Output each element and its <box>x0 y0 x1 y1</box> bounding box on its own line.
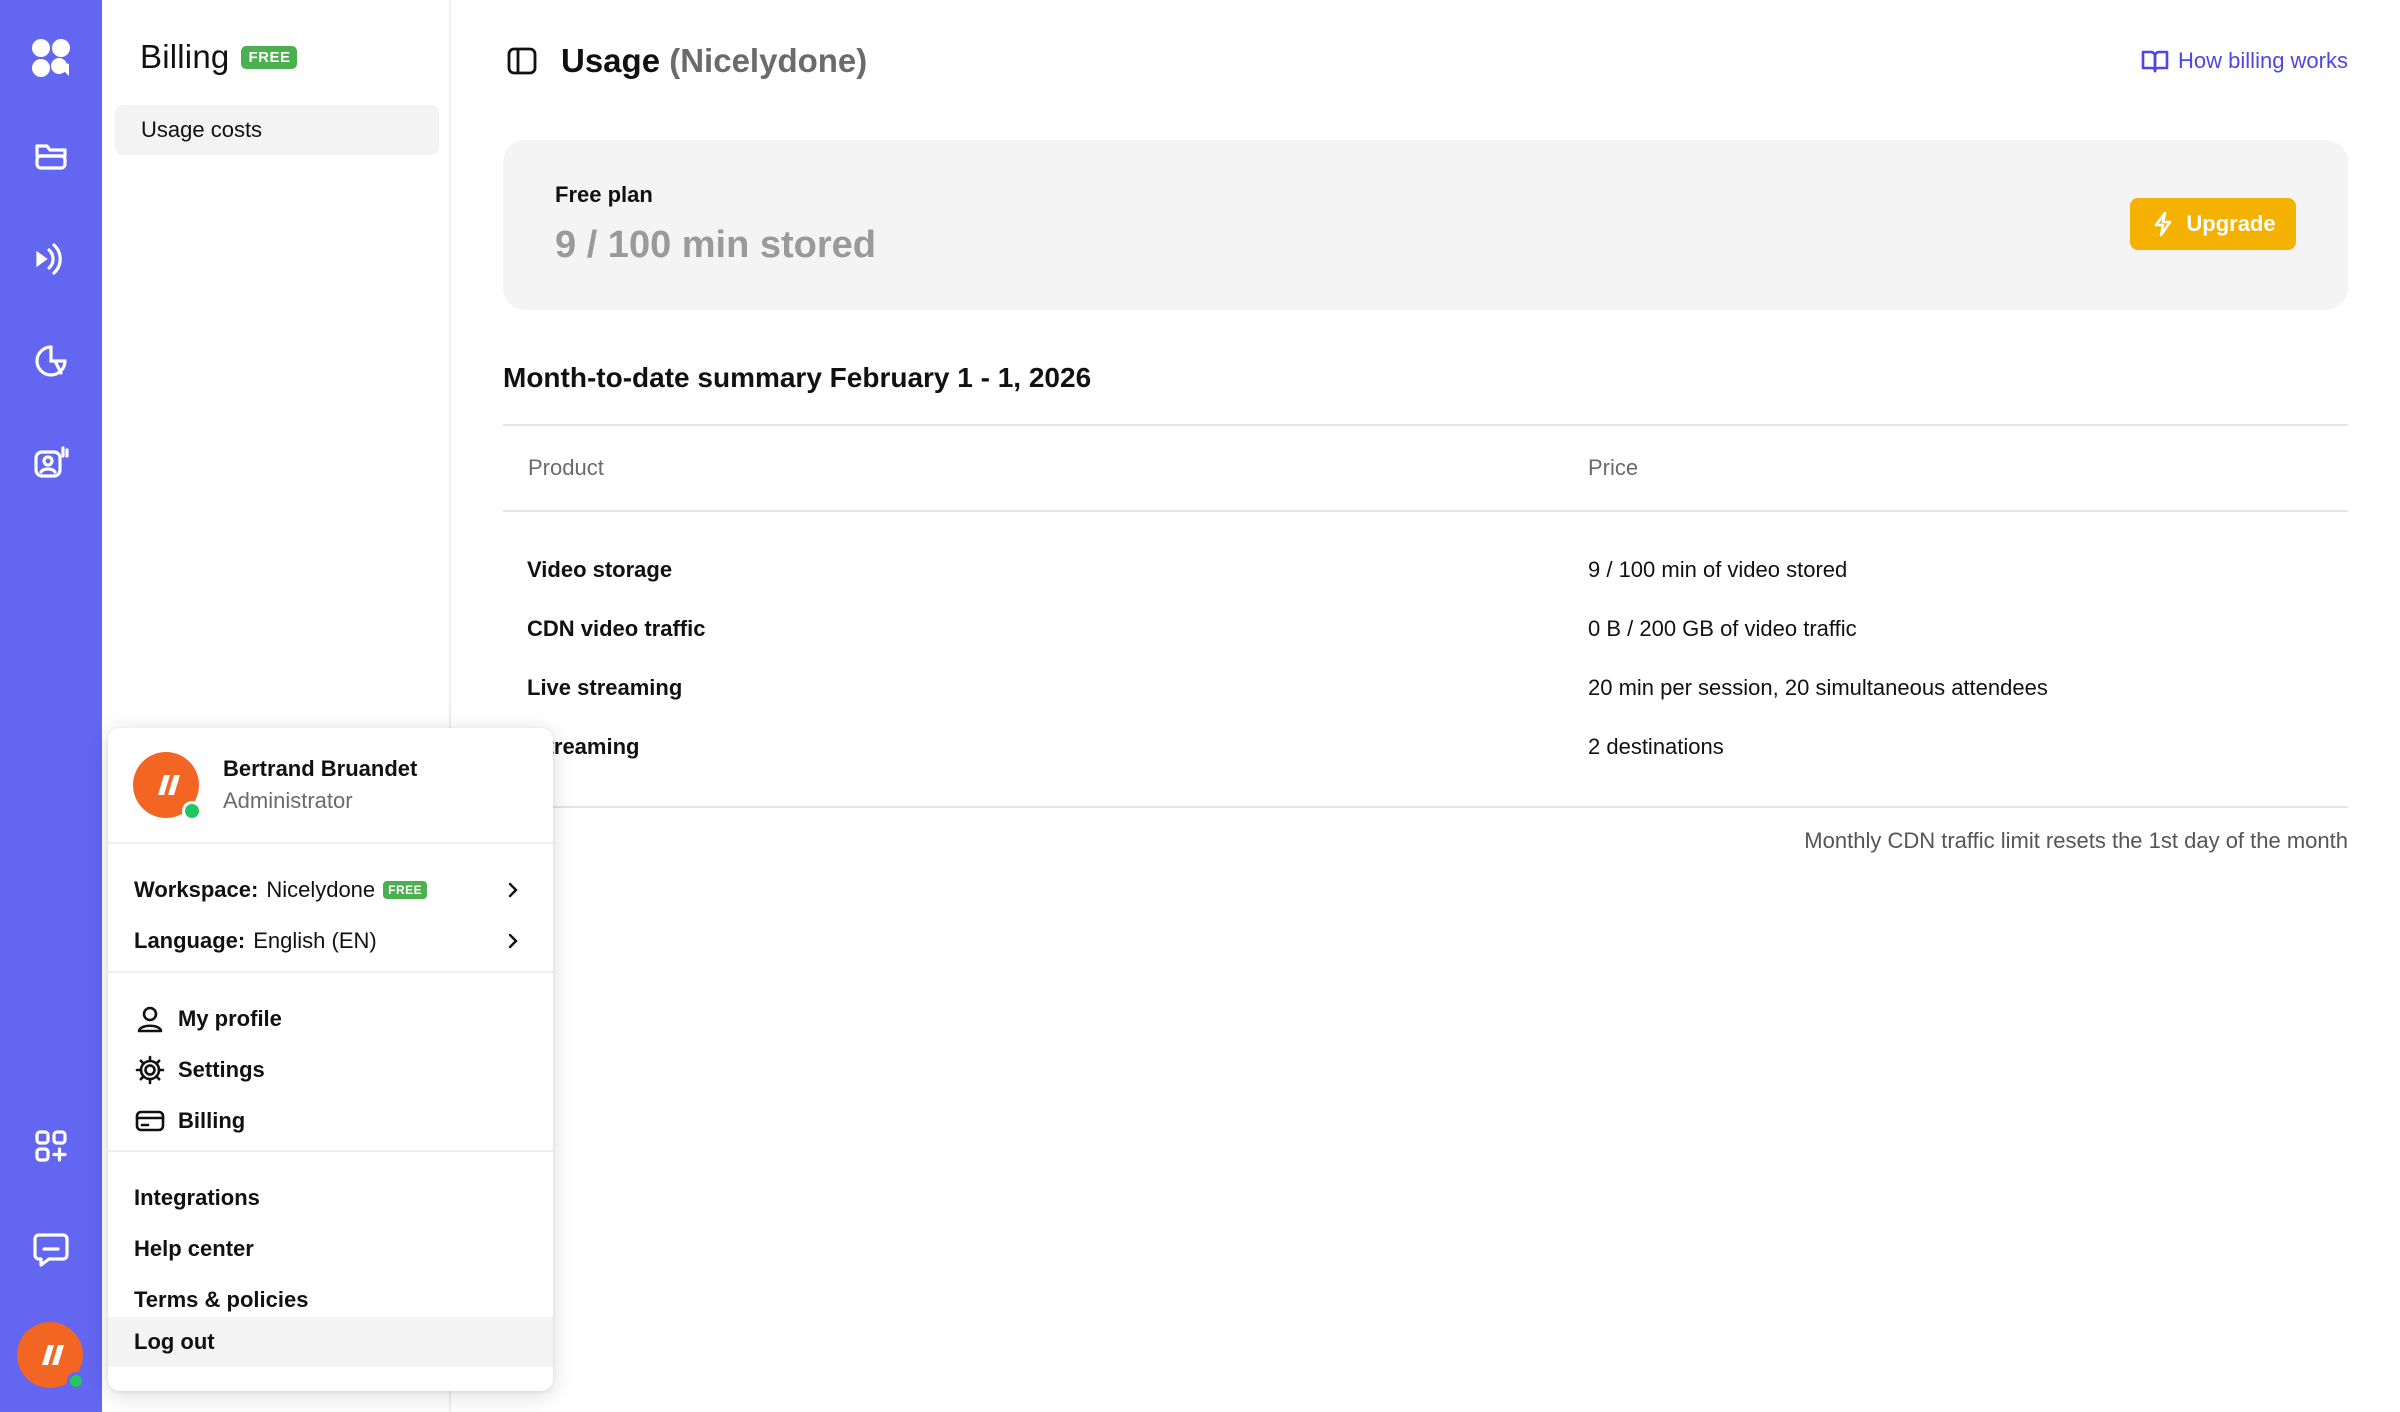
table-row: Live streaming 20 min per session, 20 si… <box>503 658 2348 717</box>
how-billing-works-link[interactable]: How billing works <box>2140 46 2348 76</box>
menu-item-settings[interactable]: Settings <box>108 1045 553 1095</box>
menu-item-integrations[interactable]: Integrations <box>108 1173 553 1223</box>
table-body: Video storage 9 / 100 min of video store… <box>503 512 2348 808</box>
book-icon <box>2141 50 2169 73</box>
sidebar-toggle-icon[interactable] <box>505 44 539 78</box>
user-name: Bertrand Bruandet <box>223 756 418 781</box>
price-cell: 0 B / 200 GB of video traffic <box>1588 615 1857 641</box>
chevron-right-icon <box>508 933 518 949</box>
main-content: Usage (Nicelydone) How billing works Fre… <box>453 0 2400 1412</box>
sidebar-item-usage-costs[interactable]: Usage costs <box>115 105 439 155</box>
price-cell: 2 destinations <box>1588 733 1724 759</box>
chat-icon[interactable] <box>21 1219 81 1279</box>
page-header: Usage (Nicelydone) <box>505 42 867 80</box>
plan-card: Free plan 9 / 100 min stored Upgrade <box>503 140 2348 310</box>
online-status-dot <box>182 801 202 821</box>
storage-icon[interactable] <box>21 126 81 186</box>
analytics-icon[interactable] <box>21 331 81 391</box>
lightning-icon <box>2155 211 2172 237</box>
user-icon <box>137 1006 163 1033</box>
summary-title: Month-to-date summary February 1 - 1, 20… <box>503 362 1092 393</box>
page-title-workspace: (Nicelydone) <box>669 42 868 79</box>
free-badge: FREE <box>383 881 428 899</box>
sidebar-title: Billing <box>140 38 230 75</box>
user-info: Bertrand Bruandet Administrator <box>133 752 418 821</box>
product-cell: Video storage <box>527 556 673 582</box>
logo-icon[interactable] <box>21 28 81 88</box>
upgrade-button[interactable]: Upgrade <box>2130 198 2296 250</box>
language-switcher[interactable]: Language: English (EN) <box>108 916 553 966</box>
usage-table: Product Price Video storage 9 / 100 min … <box>503 424 2348 808</box>
user-role: Administrator <box>223 788 353 813</box>
workspace-switcher[interactable]: Workspace: Nicelydone FREE <box>108 865 553 915</box>
menu-item-label: Billing <box>178 1108 246 1133</box>
brand-logo-icon <box>158 775 180 795</box>
page-title-text: Usage <box>561 42 661 79</box>
brand-logo-icon <box>42 1345 64 1365</box>
divider <box>108 842 553 844</box>
divider <box>108 1150 553 1152</box>
icon-rail <box>0 0 102 1412</box>
online-status-dot <box>67 1372 85 1390</box>
sidebar-header: Billing FREE <box>140 38 298 76</box>
free-badge: FREE <box>241 45 298 69</box>
app: Billing FREE Usage costs Usage (Nicelydo… <box>0 0 2400 1412</box>
product-cell: -streaming <box>527 733 640 759</box>
gear-icon <box>135 1055 165 1085</box>
menu-item-label: Settings <box>178 1057 265 1082</box>
language-label: Language: <box>134 928 246 953</box>
apps-icon[interactable] <box>21 1116 81 1176</box>
column-header-price: Price <box>1588 455 1639 480</box>
workspace-label: Workspace: <box>134 877 259 902</box>
plan-label: Free plan <box>555 182 653 207</box>
menu-item-help-center[interactable]: Help center <box>108 1224 553 1274</box>
price-cell: 9 / 100 min of video stored <box>1588 556 1848 582</box>
avatar <box>133 752 202 821</box>
table-row: Video storage 9 / 100 min of video store… <box>503 540 2348 599</box>
plan-usage-value: 9 / 100 min stored <box>555 224 877 266</box>
menu-item-log-out[interactable]: Log out <box>108 1317 553 1367</box>
product-cell: CDN video traffic <box>527 615 706 641</box>
cdn-reset-footnote: Monthly CDN traffic limit resets the 1st… <box>1804 828 2348 853</box>
live-icon[interactable] <box>21 229 81 289</box>
upgrade-label: Upgrade <box>2186 211 2276 236</box>
table-row: CDN video traffic 0 B / 200 GB of video … <box>503 599 2348 658</box>
divider <box>108 971 553 973</box>
user-menu-popover: Bertrand Bruandet Administrator Workspac… <box>108 728 553 1391</box>
price-cell: 20 min per session, 20 simultaneous atte… <box>1588 674 2048 700</box>
menu-item-my-profile[interactable]: My profile <box>108 994 553 1044</box>
menu-item-billing[interactable]: Billing <box>108 1096 553 1146</box>
product-cell: Live streaming <box>527 674 683 700</box>
help-link-label: How billing works <box>2178 48 2348 73</box>
rail-avatar[interactable] <box>17 1322 85 1390</box>
menu-item-label: My profile <box>178 1006 282 1031</box>
credit-card-icon <box>135 1110 165 1132</box>
workspace-value: Nicelydone <box>266 877 376 902</box>
language-value: English (EN) <box>253 928 377 953</box>
chevron-right-icon <box>508 882 518 898</box>
table-row: -streaming 2 destinations <box>503 717 2348 776</box>
page-title: Usage (Nicelydone) <box>561 42 867 80</box>
contacts-icon[interactable] <box>21 432 81 492</box>
column-header-product: Product <box>528 455 604 480</box>
table-header: Product Price <box>503 424 2348 512</box>
